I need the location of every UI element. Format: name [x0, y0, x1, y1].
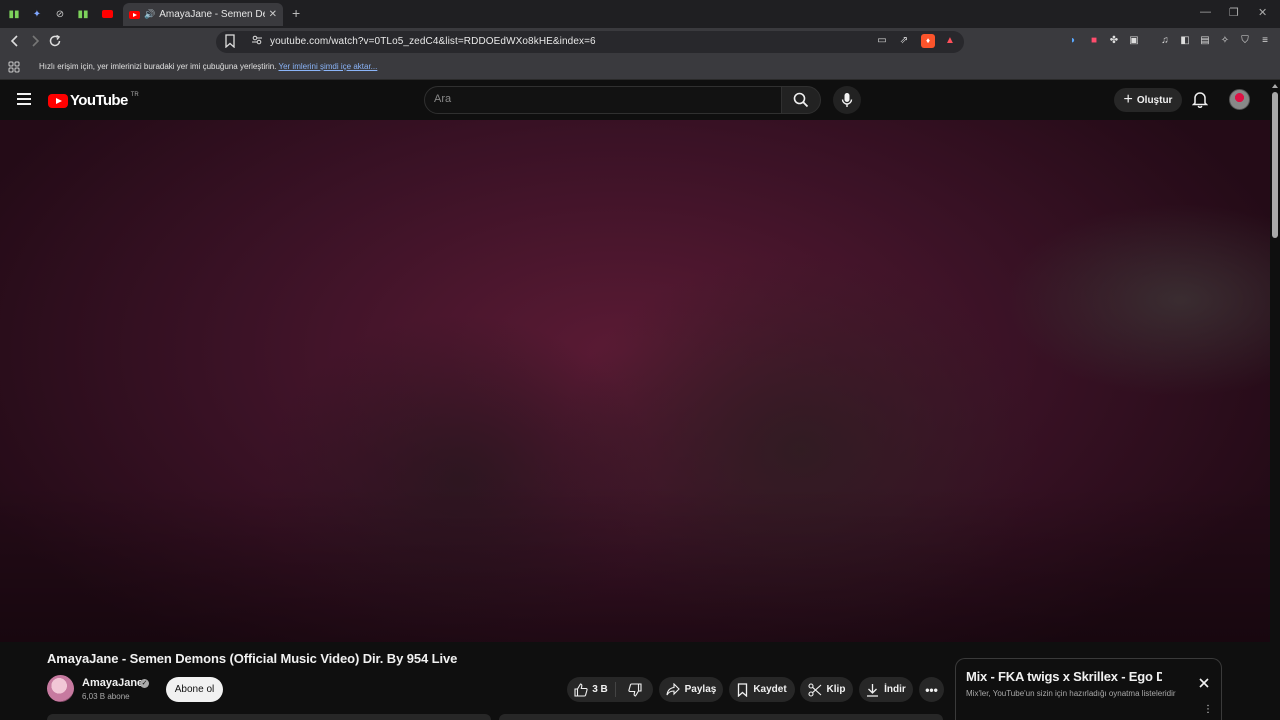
speaker-icon[interactable]: 🔊 — [144, 9, 155, 20]
mix-title[interactable]: Mix - FKA twigs x Skrillex - Ego Death (… — [966, 669, 1162, 684]
search-button[interactable] — [781, 86, 821, 114]
scissors-icon — [807, 682, 821, 697]
scrollbar-thumb[interactable] — [1272, 92, 1278, 238]
pinned-tab-icon[interactable]: ▮▮ — [4, 5, 24, 23]
forward-icon[interactable] — [27, 34, 43, 50]
window-close-icon[interactable]: ✕ — [1258, 6, 1267, 19]
save-bookmark-icon — [738, 682, 748, 697]
reload-icon[interactable] — [47, 34, 63, 50]
scroll-up-arrow-icon[interactable] — [1272, 84, 1278, 88]
video-player[interactable] — [0, 120, 1270, 642]
vpn-icon[interactable]: ⛉ — [1238, 34, 1252, 48]
create-label: Oluştur — [1136, 94, 1173, 106]
pinned-tab-icon[interactable]: ✦ — [27, 5, 47, 23]
thumbs-down-icon — [627, 682, 642, 697]
youtube-wordmark: YouTube — [70, 92, 128, 109]
subscribe-button[interactable]: Abone ol — [166, 677, 223, 702]
clip-label: Klip — [826, 684, 846, 695]
browser-menu-icon[interactable]: ≡ — [1258, 34, 1272, 48]
download-button[interactable]: İndir — [859, 677, 913, 702]
voice-search-button[interactable] — [833, 86, 861, 114]
comments-panel[interactable] — [499, 714, 943, 720]
share-label: Paylaş — [684, 684, 717, 695]
country-code: TR — [130, 91, 139, 98]
brave-shields-icon[interactable]: ♦ — [921, 34, 935, 48]
pinned-tab-youtube-icon[interactable] — [97, 5, 117, 23]
bookmarks-hint-text: Hızlı erişim için, yer imlerinizi burada… — [39, 62, 277, 71]
plus-icon: + — [1123, 91, 1133, 108]
youtube-favicon-icon — [129, 10, 140, 19]
account-avatar[interactable] — [1229, 89, 1250, 110]
cast-icon[interactable]: ▭ — [875, 34, 889, 48]
tab-close-icon[interactable]: ✕ — [269, 9, 277, 20]
bookmark-icon[interactable] — [222, 34, 238, 50]
new-tab-button[interactable]: + — [292, 5, 300, 21]
like-count: 3 B — [592, 684, 608, 695]
youtube-logo[interactable]: YouTube TR — [48, 92, 139, 109]
kebab-menu-icon[interactable]: ⋮ — [1203, 705, 1213, 715]
share-icon[interactable]: ⇗ — [897, 34, 911, 48]
sidebar-icon[interactable]: ◧ — [1178, 34, 1192, 48]
download-label: İndir — [884, 684, 906, 695]
channel-name[interactable]: AmayaJane — [82, 677, 143, 689]
share-arrow-icon — [666, 683, 680, 696]
media-icon[interactable]: ♫ — [1158, 34, 1172, 48]
like-button[interactable]: 3 B — [567, 677, 615, 702]
apps-grid-icon[interactable] — [8, 61, 20, 76]
verified-badge-icon: ✓ — [140, 679, 149, 688]
thumbs-up-icon — [574, 682, 588, 697]
url-text[interactable]: youtube.com/watch?v=0TLo5_zedC4&list=RDD… — [270, 36, 596, 47]
close-icon[interactable] — [1197, 676, 1211, 690]
share-button[interactable]: Paylaş — [659, 677, 723, 702]
microphone-icon — [841, 93, 853, 107]
mix-subtitle: Mix'ler, YouTube'un sizin için hazırladı… — [966, 689, 1176, 698]
notifications-bell-icon[interactable] — [1191, 91, 1209, 113]
site-settings-icon[interactable] — [249, 34, 265, 50]
bookmarks-hint: Hızlı erişim için, yer imlerinizi burada… — [39, 62, 377, 71]
search-input[interactable] — [424, 86, 782, 114]
search-placeholder: Ara — [434, 93, 452, 105]
minimize-icon[interactable]: — — [1200, 6, 1211, 18]
import-bookmarks-link[interactable]: Yer imlerini şimdi içe aktar... — [278, 62, 377, 71]
subscriber-count: 6,03 B abone — [82, 692, 130, 701]
extension-icon[interactable]: ▣ — [1127, 34, 1141, 48]
back-icon[interactable] — [7, 34, 23, 50]
save-label: Kaydet — [753, 684, 787, 695]
channel-avatar[interactable] — [47, 675, 74, 702]
download-icon — [867, 683, 879, 697]
create-button[interactable]: + Oluştur — [1114, 88, 1182, 112]
restore-icon[interactable]: ❐ — [1229, 6, 1239, 19]
active-tab[interactable]: 🔊 AmayaJane - Semen Demons (Official Mus… — [123, 3, 283, 26]
screen: ▮▮ ✦ ⊘ ▮▮ 🔊 AmayaJane - Semen Demons (Of… — [0, 0, 1280, 720]
clip-button[interactable]: Klip — [800, 677, 853, 702]
extension-icon[interactable]: ■ — [1087, 34, 1101, 48]
pinned-tab-icon[interactable]: ▮▮ — [73, 5, 93, 23]
description-panel[interactable] — [47, 714, 491, 720]
wallet-icon[interactable]: ▤ — [1198, 34, 1212, 48]
more-actions-icon[interactable]: ••• — [919, 677, 944, 702]
pinned-tab-muted-icon[interactable]: ⊘ — [50, 5, 70, 23]
leo-ai-icon[interactable]: ✧ — [1218, 34, 1232, 48]
brave-rewards-icon[interactable]: ▲ — [943, 34, 957, 48]
hamburger-menu-icon[interactable] — [17, 93, 31, 105]
search-icon — [793, 92, 809, 108]
save-button[interactable]: Kaydet — [729, 677, 795, 702]
dislike-button[interactable] — [616, 677, 653, 702]
extension-icon[interactable]: ◗ — [1066, 34, 1080, 48]
youtube-play-icon — [48, 93, 68, 108]
active-tab-title: AmayaJane - Semen Demons (Official Music… — [159, 9, 264, 20]
video-title: AmayaJane - Semen Demons (Official Music… — [47, 651, 458, 666]
extensions-puzzle-icon[interactable]: ✤ — [1107, 34, 1121, 48]
